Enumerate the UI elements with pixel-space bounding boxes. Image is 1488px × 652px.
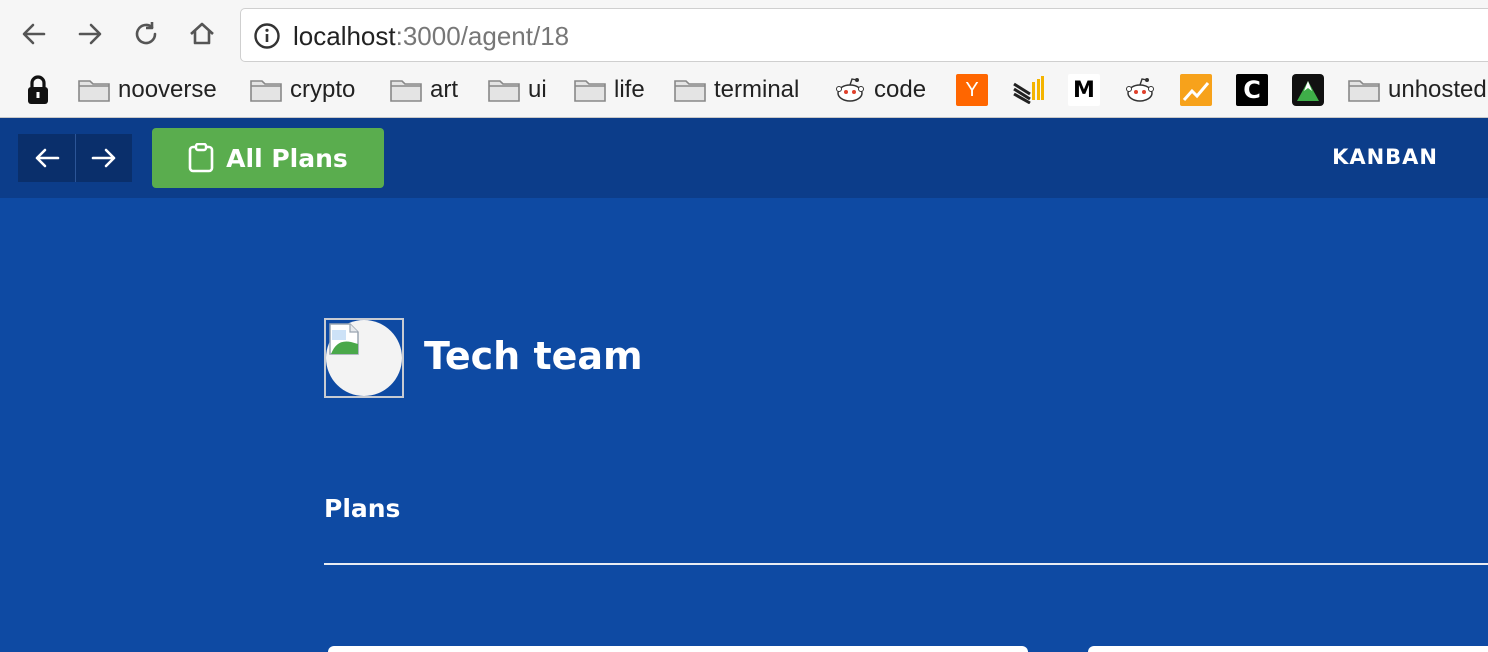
browser-reload-icon[interactable] bbox=[128, 16, 164, 52]
folder-icon bbox=[574, 78, 606, 102]
info-icon[interactable] bbox=[253, 22, 281, 50]
folder-icon bbox=[390, 78, 422, 102]
plan-card[interactable] bbox=[1088, 646, 1488, 652]
bookmark-folder-art[interactable]: art bbox=[390, 73, 458, 107]
folder-icon bbox=[488, 78, 520, 102]
folder-icon bbox=[1348, 78, 1380, 102]
broken-image-icon bbox=[329, 323, 359, 355]
browser-home-icon[interactable] bbox=[184, 16, 220, 52]
app-header: All Plans KANBAN bbox=[0, 118, 1488, 198]
reddit-icon bbox=[834, 74, 866, 106]
all-plans-button[interactable]: All Plans bbox=[152, 128, 384, 188]
address-bar[interactable]: localhost:3000/agent/18 bbox=[240, 8, 1488, 62]
hacker-news-icon: Y bbox=[956, 74, 988, 106]
folder-icon bbox=[250, 78, 282, 102]
bookmark-folder-unhosted[interactable]: unhosted bbox=[1348, 73, 1487, 107]
url-text: localhost:3000/agent/18 bbox=[293, 21, 570, 51]
bookmark-bars[interactable] bbox=[1012, 73, 1044, 107]
kanban-link[interactable]: KANBAN bbox=[1332, 145, 1438, 169]
lock-icon[interactable] bbox=[26, 73, 50, 107]
plans-section-title: Plans bbox=[324, 494, 401, 523]
bookmark-folder-crypto[interactable]: crypto bbox=[250, 73, 355, 107]
bookmark-folder-life[interactable]: life bbox=[574, 73, 645, 107]
folder-icon bbox=[78, 78, 110, 102]
bookmark-hacker-news[interactable]: Y bbox=[956, 73, 988, 107]
history-nav bbox=[18, 134, 132, 182]
bookmark-folder-terminal[interactable]: terminal bbox=[674, 73, 799, 107]
bookmark-medium[interactable]: M bbox=[1068, 73, 1100, 107]
forward-arrow-icon[interactable] bbox=[75, 134, 132, 182]
folder-icon bbox=[674, 78, 706, 102]
bookmark-folder-nooverse[interactable]: nooverse bbox=[78, 73, 217, 107]
all-plans-label: All Plans bbox=[226, 143, 348, 173]
bookmark-folder-ui[interactable]: ui bbox=[488, 73, 547, 107]
reddit-icon bbox=[1124, 74, 1156, 106]
bookmark-mountain[interactable] bbox=[1292, 73, 1324, 107]
mountain-icon bbox=[1292, 74, 1324, 106]
browser-back-icon[interactable] bbox=[16, 16, 52, 52]
plan-card[interactable] bbox=[328, 646, 1028, 652]
browser-forward-icon[interactable] bbox=[72, 16, 108, 52]
bookmark-chart[interactable] bbox=[1180, 73, 1212, 107]
team-title: Tech team bbox=[424, 334, 643, 378]
bookmark-reddit[interactable] bbox=[1124, 73, 1156, 107]
team-avatar bbox=[324, 318, 404, 398]
back-arrow-icon[interactable] bbox=[18, 134, 75, 182]
bars-logo-icon bbox=[1012, 74, 1044, 106]
medium-icon: M bbox=[1068, 74, 1100, 106]
browser-chrome: localhost:3000/agent/18 nooverse crypto … bbox=[0, 0, 1488, 118]
bookmark-c[interactable]: C bbox=[1236, 73, 1268, 107]
clipboard-icon bbox=[188, 143, 214, 173]
bookmark-code[interactable]: code bbox=[834, 73, 926, 107]
bookmarks-bar: nooverse crypto art ui life terminal cod… bbox=[0, 70, 1488, 110]
section-divider bbox=[324, 563, 1488, 565]
chart-icon bbox=[1180, 74, 1212, 106]
c-logo-icon: C bbox=[1236, 74, 1268, 106]
